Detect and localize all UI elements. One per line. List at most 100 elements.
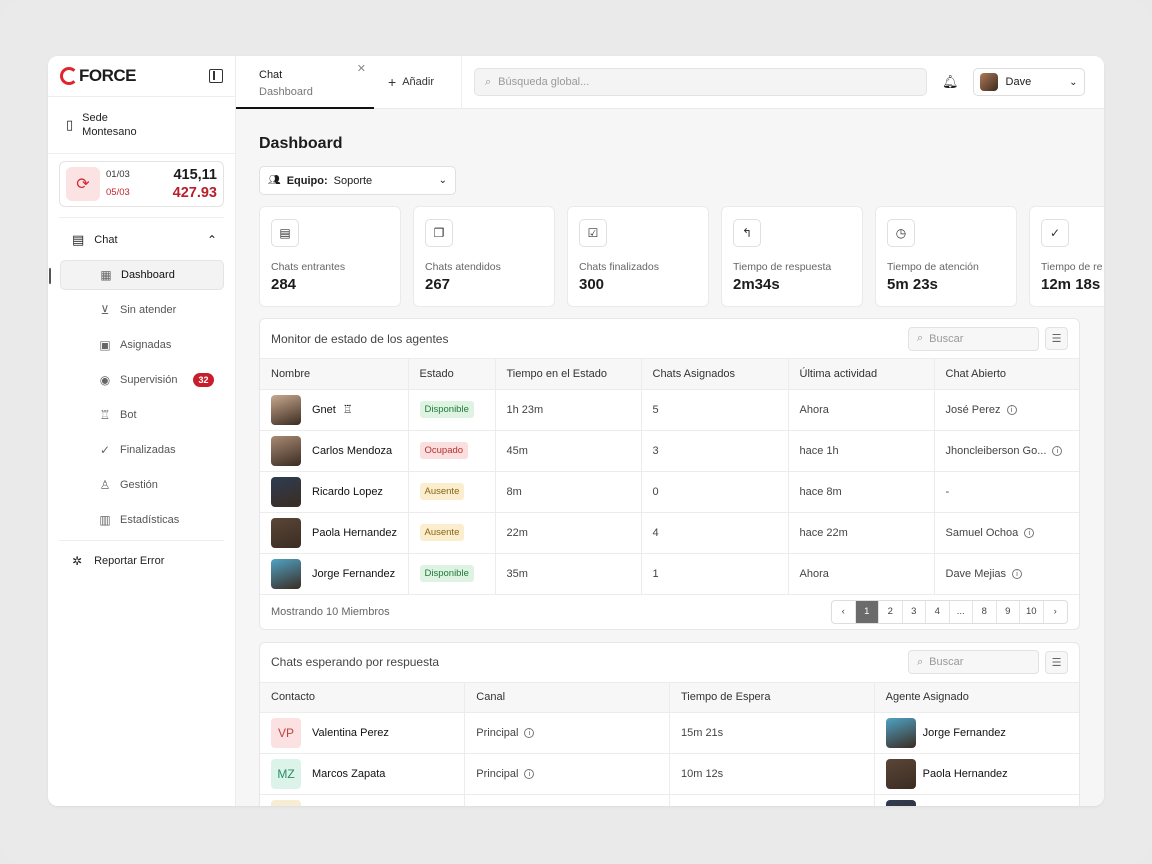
location-selector[interactable]: ▯ Sede Montesano bbox=[48, 97, 235, 154]
global-search-input[interactable]: ⌕ Búsqueda global... bbox=[474, 68, 927, 96]
table-row[interactable]: MZ Marcos Zapata Principal i 10m 12s Paola He… bbox=[260, 753, 1079, 795]
table-row[interactable] bbox=[260, 794, 1079, 806]
table-row[interactable]: Carlos Mendoza Ocupado 45m 3 hace 1h Jhonclei… bbox=[260, 430, 1079, 472]
page-button[interactable]: 2 bbox=[879, 600, 903, 623]
report-error-link[interactable]: ✲ Reportar Error bbox=[48, 541, 235, 581]
assigned-chats: 3 bbox=[641, 430, 789, 472]
column-header[interactable]: Estado bbox=[408, 359, 496, 390]
filter-icon[interactable]: ☰ bbox=[1045, 650, 1068, 674]
chat-lines-icon: ▤ bbox=[271, 219, 299, 247]
exchange-value-2: 427.93 bbox=[172, 185, 217, 201]
last-activity: hace 22m bbox=[788, 512, 935, 554]
table-row[interactable]: Jorge Fernandez Disponible 35m 1 Ahora Dave M… bbox=[260, 553, 1079, 595]
open-chat-cell[interactable]: - bbox=[934, 471, 1079, 513]
time-in-state: 1h 23m bbox=[495, 389, 642, 431]
agent-search-input[interactable]: ⌕ Buscar bbox=[908, 326, 1039, 351]
page-button[interactable]: 3 bbox=[903, 600, 926, 623]
open-chat-cell[interactable]: Jhoncleiberson Go... i bbox=[934, 430, 1079, 472]
open-chat-cell[interactable]: José Perez i bbox=[934, 389, 1079, 431]
page-button[interactable]: 8 bbox=[973, 600, 997, 623]
assigned-agent-cell: Paola Hernandez bbox=[874, 753, 1079, 795]
open-chat-contact: Jhoncleiberson Go... bbox=[945, 444, 1047, 457]
chevron-up-icon: ⌃ bbox=[206, 233, 217, 247]
sidebar-item-gestión[interactable]: ♙ Gestión bbox=[60, 470, 224, 500]
stat-card: ❐ Chats atendidos 267 bbox=[413, 206, 555, 307]
nav-section-chat[interactable]: ▤ Chat ⌃ bbox=[48, 220, 235, 260]
column-header[interactable]: Chat Abierto bbox=[934, 359, 1079, 390]
wait-time: 15m 21s bbox=[669, 712, 875, 754]
waiting-search-placeholder: Buscar bbox=[929, 656, 964, 668]
assigned-chats: 0 bbox=[641, 471, 789, 513]
last-activity: hace 8m bbox=[788, 471, 935, 513]
info-icon[interactable]: i bbox=[524, 728, 535, 739]
sidebar-collapse-icon[interactable] bbox=[209, 69, 223, 83]
grid-icon: ▦ bbox=[100, 268, 112, 282]
agent-search-placeholder: Buscar bbox=[929, 332, 964, 345]
avatar bbox=[271, 558, 301, 589]
sidebar-item-dashboard[interactable]: ▦ Dashboard bbox=[49, 260, 224, 290]
table-row[interactable]: Paola Hernandez Ausente 22m 4 hace 22m Samuel… bbox=[260, 512, 1079, 554]
stat-value: 267 bbox=[425, 276, 451, 293]
chevron-left-icon[interactable]: ‹ bbox=[832, 600, 856, 623]
user-menu[interactable]: Dave ⌄ bbox=[972, 68, 1085, 96]
info-icon[interactable]: i bbox=[1012, 568, 1023, 579]
reply-icon: ↰ bbox=[733, 219, 761, 247]
sidebar-item-label: Estadísticas bbox=[120, 514, 180, 526]
page-button[interactable]: 10 bbox=[1020, 600, 1044, 623]
column-header[interactable]: Canal bbox=[464, 682, 670, 713]
sidebar: FORCE ▯ Sede Montesano ⟳ 01/03 05/03 415… bbox=[48, 56, 236, 806]
add-tab-label: Añadir bbox=[402, 76, 434, 88]
avatar bbox=[885, 759, 916, 789]
page-button[interactable]: ... bbox=[950, 600, 973, 623]
stat-label: Tiempo de re bbox=[1041, 261, 1103, 273]
sidebar-item-bot[interactable]: ♖ Bot bbox=[60, 400, 224, 430]
sidebar-item-sin-atender[interactable]: ⊻ Sin atender bbox=[60, 295, 224, 325]
sidebar-item-estadísticas[interactable]: ▥ Estadísticas bbox=[60, 505, 224, 535]
location-line1: Sede bbox=[82, 112, 108, 124]
team-selector[interactable]: 👥︎ Equipo: Soporte ⌄ bbox=[259, 166, 456, 195]
column-header[interactable]: Agente Asignado bbox=[874, 682, 1079, 713]
column-header[interactable]: Última actividad bbox=[788, 359, 935, 390]
page-button[interactable]: 4 bbox=[926, 600, 950, 623]
column-header[interactable]: Chats Asignados bbox=[641, 359, 789, 390]
eye-icon: ◉ bbox=[99, 373, 111, 387]
info-icon[interactable]: i bbox=[1024, 527, 1035, 538]
column-header[interactable]: Nombre bbox=[260, 359, 409, 390]
open-chat-cell[interactable]: Samuel Ochoa i bbox=[934, 512, 1079, 554]
stat-card: ☑ Chats finalizados 300 bbox=[567, 206, 709, 307]
info-icon[interactable]: i bbox=[524, 769, 535, 780]
report-error-label: Reportar Error bbox=[94, 555, 165, 567]
column-header[interactable]: Tiempo de Espera bbox=[669, 682, 875, 713]
info-icon[interactable]: i bbox=[1006, 404, 1017, 415]
sidebar-item-supervisión[interactable]: ◉ Supervisión 32 bbox=[60, 365, 224, 395]
waiting-search-input[interactable]: ⌕ Buscar bbox=[908, 650, 1039, 674]
info-icon[interactable]: i bbox=[1052, 445, 1063, 456]
contact-initials: VP bbox=[271, 718, 301, 748]
status-badge: Ocupado bbox=[419, 442, 469, 459]
filter-icon[interactable]: ☰ bbox=[1045, 327, 1068, 350]
location-line2: Montesano bbox=[82, 126, 137, 138]
open-chat-cell[interactable]: Dave Mejias i bbox=[934, 553, 1079, 595]
chevron-right-icon[interactable]: › bbox=[1044, 601, 1068, 623]
page-button[interactable]: 1 bbox=[855, 600, 879, 623]
table-row[interactable]: VP Valentina Perez Principal i 15m 21s Jorge … bbox=[260, 712, 1079, 754]
page-button[interactable]: 9 bbox=[997, 600, 1020, 623]
status-cell: Disponible bbox=[408, 553, 496, 595]
sidebar-item-finalizadas[interactable]: ✓ Finalizadas bbox=[60, 435, 224, 465]
column-header[interactable]: Tiempo en el Estado bbox=[495, 359, 642, 390]
stat-label: Chats atendidos bbox=[425, 261, 501, 273]
column-header[interactable]: Contacto bbox=[260, 682, 466, 713]
brand-logo[interactable]: FORCE bbox=[60, 66, 137, 86]
table-row[interactable]: Gnet ♖ Disponible 1h 23m 5 Ahora José Perez i bbox=[260, 389, 1079, 431]
stats-icon: ▥ bbox=[99, 513, 111, 527]
main-area: Chat Dashboard ✕ + Añadir ⌕ Búsqueda glo… bbox=[236, 56, 1104, 806]
sidebar-item-asignadas[interactable]: ▣ Asignadas bbox=[60, 330, 224, 360]
assigned-user-icon: ▣ bbox=[99, 338, 111, 352]
add-tab-button[interactable]: + Añadir bbox=[374, 56, 462, 109]
tab-chat-dashboard[interactable]: Chat Dashboard ✕ bbox=[236, 56, 374, 109]
bell-icon[interactable]: 🔔︎ bbox=[942, 74, 959, 90]
logo-row: FORCE bbox=[48, 56, 235, 97]
table-row[interactable]: Ricardo Lopez Ausente 8m 0 hace 8m - bbox=[260, 471, 1079, 513]
agent-monitor-card: Monitor de estado de los agentes ⌕ Busca… bbox=[259, 318, 1080, 630]
close-icon[interactable]: ✕ bbox=[357, 61, 366, 78]
